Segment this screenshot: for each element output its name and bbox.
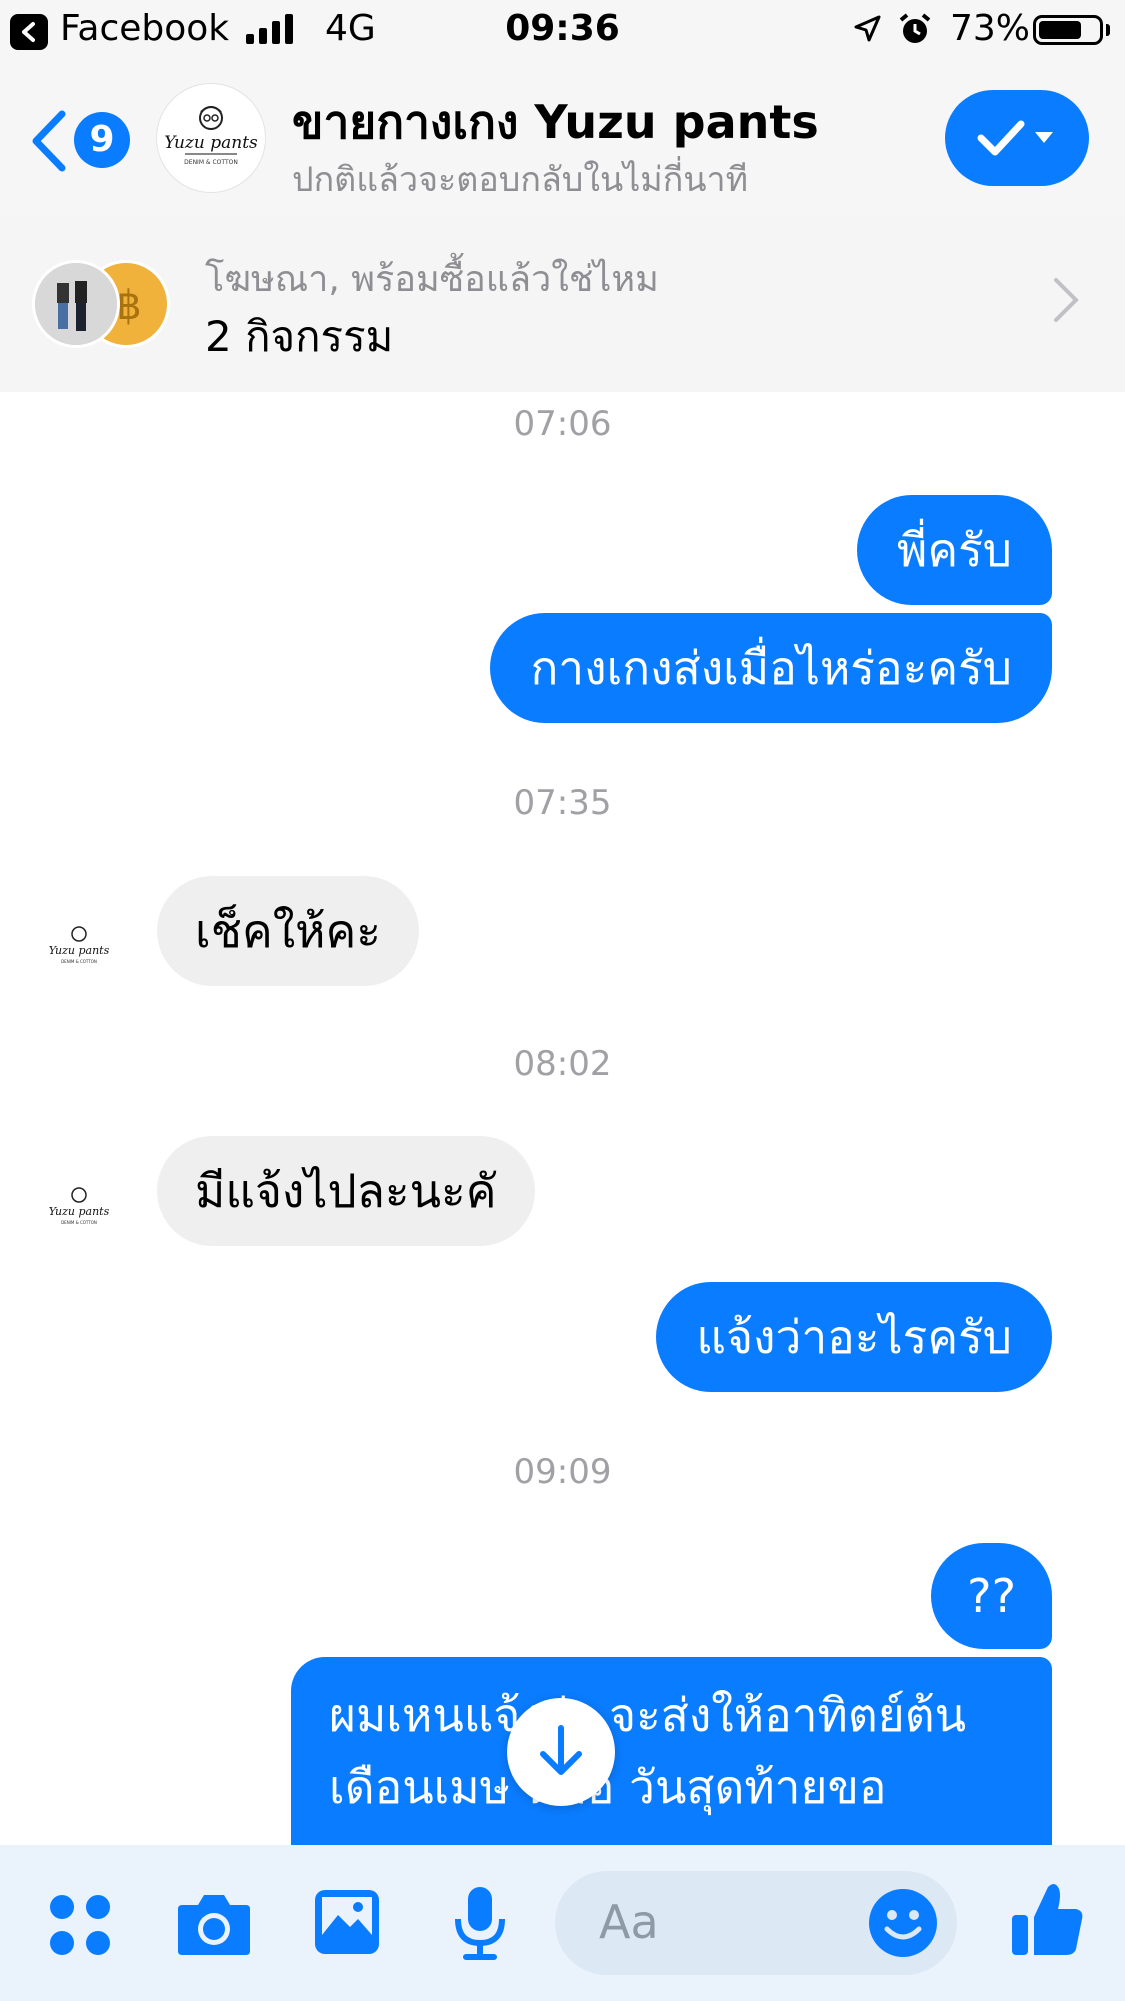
message-bubble-received[interactable]: มีแจ้งไปละนะคั <box>157 1136 535 1246</box>
yuzu-pants-logo: Yuzu pants DENIM & COTTON <box>49 1187 110 1225</box>
back-button[interactable]: 9 <box>28 102 138 176</box>
status-bar: Facebook 4G 09:36 73% <box>0 0 1125 62</box>
dropdown-caret-icon <box>1035 132 1053 143</box>
sender-avatar[interactable]: Yuzu pants DENIM & COTTON <box>44 912 114 982</box>
battery-icon <box>1033 15 1103 45</box>
checkmark-icon <box>977 120 1053 156</box>
message-input[interactable]: Aa <box>555 1871 957 1975</box>
ad-thumbnails: ฿ <box>32 256 172 352</box>
thumbs-up-icon[interactable] <box>1008 1879 1084 1959</box>
message-bubble-sent[interactable]: แจ้งว่าอะไรครับ <box>656 1282 1052 1392</box>
camera-icon[interactable] <box>174 1889 254 1959</box>
svg-text:DENIM & COTTON: DENIM & COTTON <box>61 959 97 964</box>
image-icon[interactable] <box>312 1887 382 1957</box>
svg-text:DENIM & COTTON: DENIM & COTTON <box>184 159 238 166</box>
timestamp: 07:06 <box>513 404 612 444</box>
svg-text:฿: ฿ <box>116 283 141 329</box>
unread-count-badge: 9 <box>74 112 130 168</box>
page-title[interactable]: ขายกางเกง Yuzu pants <box>292 86 819 159</box>
mark-done-button[interactable] <box>945 90 1089 186</box>
back-chevron-icon <box>32 110 66 172</box>
product-photo <box>32 260 120 348</box>
message-bubble-sent[interactable]: พี่ครับ <box>857 495 1052 605</box>
svg-text:Yuzu pants: Yuzu pants <box>49 1205 110 1218</box>
svg-text:Yuzu pants: Yuzu pants <box>164 133 258 153</box>
alarm-icon <box>899 13 931 43</box>
conversation-header: 9 Yuzu pants DENIM & COTTON ขายกางเกง Yu… <box>0 62 1125 216</box>
message-bubble-sent[interactable]: กางเกงส่งเมื่อไหร่อะครับ <box>490 613 1052 723</box>
sender-avatar[interactable]: Yuzu pants DENIM & COTTON <box>44 1173 114 1243</box>
microphone-icon[interactable] <box>452 1883 508 1963</box>
page-avatar[interactable]: Yuzu pants DENIM & COTTON <box>157 84 265 192</box>
apps-grid-icon[interactable] <box>48 1893 112 1957</box>
arrow-down-icon <box>540 1725 582 1775</box>
ad-label: โฆษณา, พร้อมซื้อแล้วใช่ไหม <box>205 259 659 300</box>
message-input-placeholder: Aa <box>599 1895 659 1949</box>
chevron-right-icon <box>1054 278 1079 322</box>
ad-banner[interactable]: ฿ โฆษณา, พร้อมซื้อแล้วใช่ไหม 2 กิจกรรม <box>0 216 1125 392</box>
yuzu-pants-logo: Yuzu pants DENIM & COTTON <box>49 926 110 964</box>
timestamp: 07:35 <box>513 783 612 823</box>
scroll-to-bottom-button[interactable] <box>507 1698 615 1806</box>
svg-text:DENIM & COTTON: DENIM & COTTON <box>61 1220 97 1225</box>
timestamp: 09:09 <box>513 1452 612 1492</box>
location-icon <box>854 15 881 42</box>
emoji-icon[interactable] <box>867 1887 939 1959</box>
message-line: ผมเหนแจ้งว่า จะส่งให้อาทิตย์ต้น <box>329 1688 967 1742</box>
battery-percent: 73% <box>950 8 1031 49</box>
ad-activity-count: 2 กิจกรรม <box>205 312 394 361</box>
svg-text:Yuzu pants: Yuzu pants <box>49 944 110 957</box>
message-composer: Aa <box>0 1845 1125 2001</box>
message-bubble-received[interactable]: เช็คให้คะ <box>157 876 419 986</box>
yuzu-pants-logo: Yuzu pants DENIM & COTTON <box>164 106 258 166</box>
response-time-status: ปกติแล้วจะตอบกลับในไม่กี่นาที <box>292 160 749 200</box>
message-bubble-sent[interactable]: ผมเหนแจ้งว่า จะส่งให้อาทิตย์ต้น เดือนเมษ… <box>291 1657 1052 1877</box>
timestamp: 08:02 <box>513 1044 612 1084</box>
message-line: เดือนเมษ นี้คือ วันสุดท้ายขอ <box>329 1760 887 1814</box>
message-bubble-sent[interactable]: ?? <box>931 1543 1052 1649</box>
